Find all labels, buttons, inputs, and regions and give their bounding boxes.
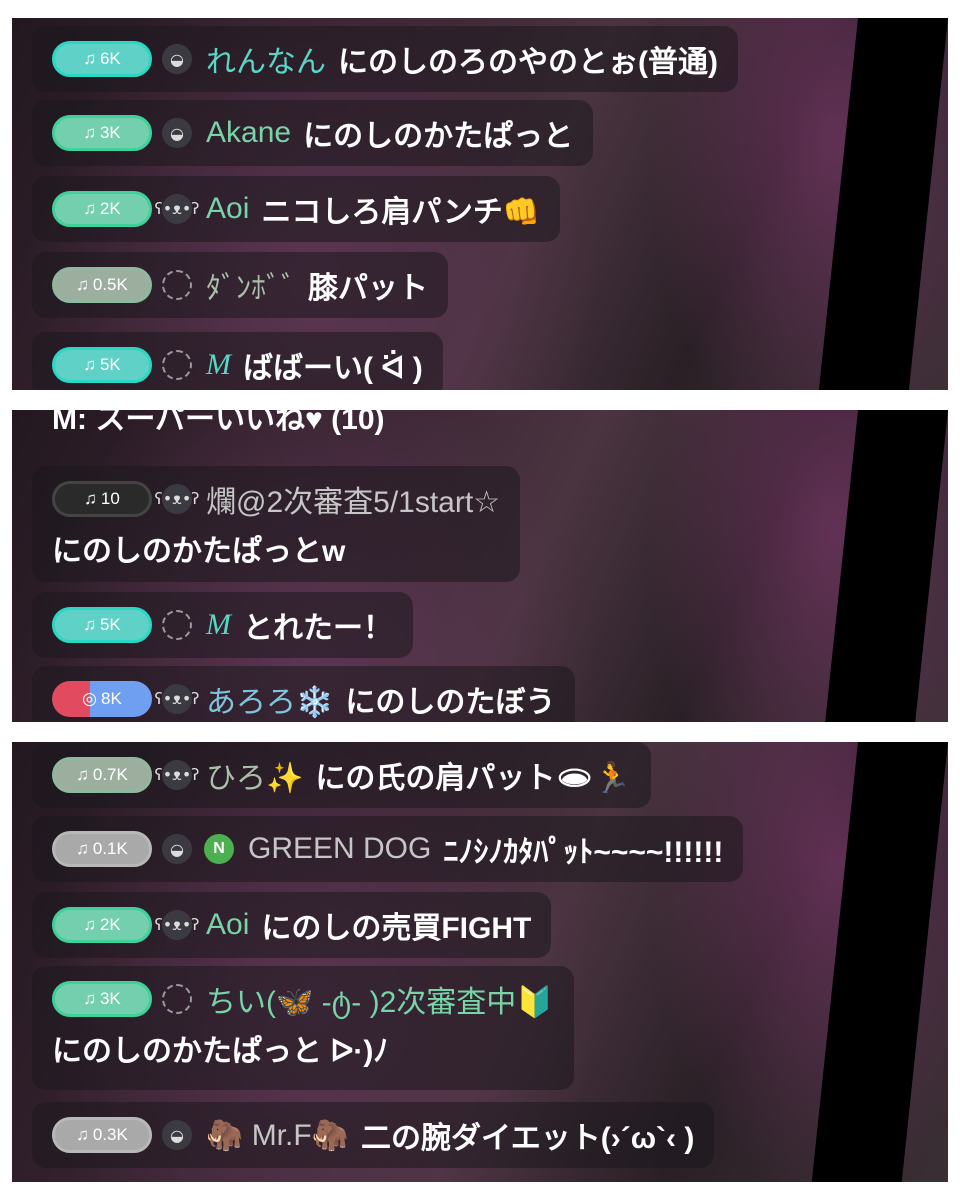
chat-row[interactable]: ♫ 2K ʕ•ᴥ•ʔ Aoi にのしの売買FIGHT bbox=[32, 892, 552, 958]
message-text: にのしのかたぱっと ᐅ·)ﾉ bbox=[52, 1035, 389, 1068]
chat-panel-1: ♫ 6K ◒ れんなん にのしのろのやのとぉ(普通) ♫ 3K ◒ Akane にの… bbox=[12, 18, 948, 390]
gift-badge: ◎ 8K bbox=[52, 681, 152, 717]
message-text: ﾆﾉｼﾉｶﾀﾊﾟｯﾄ~~~~!!!!!! bbox=[443, 836, 724, 869]
message-text: にのしのろのやのとぉ(普通) bbox=[338, 46, 718, 79]
username[interactable]: M bbox=[206, 348, 231, 382]
message-text: にのしのかたぱっと bbox=[303, 120, 574, 153]
music-note-icon: ♫ bbox=[83, 355, 96, 374]
username[interactable]: 🦣 Mr.F🦣 bbox=[206, 1118, 349, 1153]
chat-row[interactable]: ◎ 8K ʕ•ᴥ•ʔ あろろ❄️ にのしのたぼう bbox=[32, 666, 576, 722]
gift-badge: ♫ 5K bbox=[52, 607, 152, 643]
gift-badge: ♫ 0.7K bbox=[52, 757, 152, 793]
bear-icon: ʕ•ᴥ•ʔ bbox=[155, 484, 199, 514]
message-text: とれたー！ bbox=[243, 612, 393, 645]
message-text: にのしのたぼう bbox=[345, 686, 556, 719]
music-note-icon: ♫ bbox=[76, 1125, 89, 1144]
bear-icon: ʕ•ᴥ•ʔ bbox=[155, 684, 199, 714]
username[interactable]: ひろ✨ bbox=[206, 753, 303, 797]
username[interactable]: ちい(🦋 -ტ- )2次審査中🔰 bbox=[206, 977, 554, 1021]
gift-badge: ♫ 2K bbox=[52, 907, 152, 943]
gift-badge: ♫ 6K bbox=[52, 41, 152, 77]
bear-icon: ʕ•ᴥ•ʔ bbox=[155, 910, 199, 940]
message-text: 二の腕ダイエット(›´ω`‹ ) bbox=[361, 1122, 695, 1155]
gift-badge: ♫ 10 bbox=[52, 481, 152, 517]
bear-icon: ʕ•ᴥ•ʔ bbox=[155, 760, 199, 790]
chat-row[interactable]: ♫ 5K M ばばーい( ᐛ ) bbox=[32, 332, 443, 390]
chat-row[interactable]: ♫ 3K ◒ Akane にのしのかたぱっと bbox=[32, 100, 594, 166]
username[interactable]: M bbox=[206, 608, 231, 642]
dashed-circle-icon bbox=[162, 270, 192, 300]
username[interactable]: れんなん bbox=[206, 37, 326, 81]
whale-icon: ◒ bbox=[162, 44, 192, 74]
whale-icon: ◒ bbox=[162, 834, 192, 864]
username[interactable]: Akane bbox=[206, 116, 291, 150]
message-text: ニコしろ肩パンチ👊 bbox=[261, 196, 541, 229]
chat-row[interactable]: ♫ 10 ʕ•ᴥ•ʔ 爛@2次審査5/1start☆ にのしのかたぱっとw bbox=[32, 466, 521, 582]
whale-icon: ◒ bbox=[162, 1120, 192, 1150]
music-note-icon: ♫ bbox=[83, 123, 96, 142]
username[interactable]: ﾀﾞﾝﾎﾞﾞ bbox=[206, 263, 296, 307]
message-text: にのしのかたぱっとw bbox=[52, 535, 346, 568]
music-note-icon: ♫ bbox=[76, 275, 89, 294]
music-note-icon: ♫ bbox=[83, 199, 96, 218]
music-note-icon: ♫ bbox=[83, 989, 96, 1008]
music-note-icon: ♫ bbox=[83, 615, 96, 634]
chat-row[interactable]: ♫ 0.5K ﾀﾞﾝﾎﾞﾞ 膝パット bbox=[32, 252, 448, 318]
gift-badge: ♫ 2K bbox=[52, 191, 152, 227]
chat-row[interactable]: ♫ 2K ʕ•ᴥ•ʔ Aoi ニコしろ肩パンチ👊 bbox=[32, 176, 561, 242]
gift-badge: ♫ 3K bbox=[52, 981, 152, 1017]
music-note-icon: ♫ bbox=[83, 49, 96, 68]
message-text: ばばーい( ᐛ ) bbox=[243, 352, 423, 385]
gift-badge: ♫ 3K bbox=[52, 115, 152, 151]
ring-icon: ◎ bbox=[82, 689, 98, 708]
chat-row[interactable]: ♫ 0.3K ◒ 🦣 Mr.F🦣 二の腕ダイエット(›´ω`‹ ) bbox=[32, 1102, 715, 1168]
gift-badge: ♫ 0.5K bbox=[52, 267, 152, 303]
gift-badge: ♫ 0.1K bbox=[52, 831, 152, 867]
chat-row[interactable]: ♫ 0.7K ʕ•ᴥ•ʔ ひろ✨ にの氏の肩パット🕳🏃 bbox=[32, 742, 651, 808]
chat-row[interactable]: ♫ 6K ◒ れんなん にのしのろのやのとぉ(普通) bbox=[32, 26, 738, 92]
chat-panel-2: M: スーパーいいね♥ (10) ♫ 10 ʕ•ᴥ•ʔ 爛@2次審査5/1star… bbox=[12, 410, 948, 722]
super-like-text: M: スーパーいいね♥ (10) bbox=[52, 410, 385, 436]
message-text: にのしの売買FIGHT bbox=[261, 912, 532, 945]
gift-badge: ♫ 5K bbox=[52, 347, 152, 383]
dashed-circle-icon bbox=[162, 610, 192, 640]
chat-row[interactable]: ♫ 3K ちい(🦋 -ტ- )2次審査中🔰 にのしのかたぱっと ᐅ·)ﾉ bbox=[32, 966, 574, 1090]
dashed-circle-icon bbox=[162, 350, 192, 380]
whale-icon: ◒ bbox=[162, 118, 192, 148]
chat-panel-3: ♫ 0.7K ʕ•ᴥ•ʔ ひろ✨ にの氏の肩パット🕳🏃 ♫ 0.1K ◒ N GRE… bbox=[12, 742, 948, 1182]
music-note-icon: ♫ bbox=[76, 839, 89, 858]
music-note-icon: ♫ bbox=[84, 489, 97, 508]
username[interactable]: Aoi bbox=[206, 192, 249, 226]
username[interactable]: GREEN DOG bbox=[248, 832, 431, 866]
n-badge-icon: N bbox=[204, 834, 234, 864]
dashed-circle-icon bbox=[162, 984, 192, 1014]
bear-icon: ʕ•ᴥ•ʔ bbox=[155, 194, 199, 224]
chat-row[interactable]: ♫ 0.1K ◒ N GREEN DOG ﾆﾉｼﾉｶﾀﾊﾟｯﾄ~~~~!!!!!! bbox=[32, 816, 744, 882]
music-note-icon: ♫ bbox=[76, 765, 89, 784]
message-text: にの氏の肩パット🕳🏃 bbox=[315, 762, 631, 795]
username[interactable]: Aoi bbox=[206, 908, 249, 942]
gift-badge: ♫ 0.3K bbox=[52, 1117, 152, 1153]
chat-row[interactable]: ♫ 5K M とれたー！ bbox=[32, 592, 413, 658]
message-text: 膝パット bbox=[308, 272, 428, 305]
music-note-icon: ♫ bbox=[83, 915, 96, 934]
username[interactable]: あろろ❄️ bbox=[206, 677, 333, 721]
username[interactable]: 爛@2次審査5/1start☆ bbox=[206, 477, 500, 521]
